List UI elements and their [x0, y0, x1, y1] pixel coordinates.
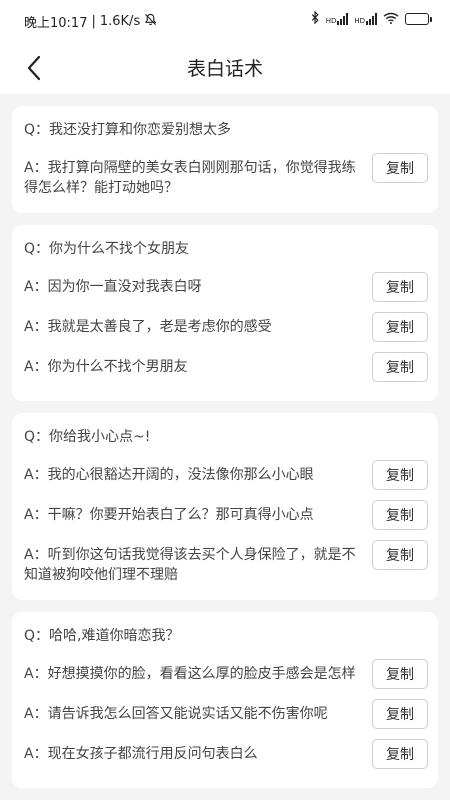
signal-2: HD — [354, 13, 377, 25]
signal-1: HD — [326, 13, 349, 25]
answer-row: A：因为你一直没对我表白呀 复制 — [24, 269, 428, 309]
answer-row: A：干嘛？你要开始表白了么？那可真得小心点 复制 — [24, 497, 428, 537]
hd-label-2: HD — [354, 17, 365, 25]
copy-button[interactable]: 复制 — [372, 153, 428, 183]
answer-row: A：我就是太善良了，老是考虑你的感受 复制 — [24, 309, 428, 349]
copy-button[interactable]: 复制 — [372, 272, 428, 302]
status-separator: | — [91, 14, 96, 29]
mute-bell-icon — [144, 13, 157, 30]
answer-row: A：我的心很豁达开阔的，没法像你那么小心眼 复制 — [24, 457, 428, 497]
question-text: Q：哈哈,难道你暗恋我？ — [24, 628, 180, 644]
answer-text: A：我打算向隔壁的美女表白刚刚那句话，你觉得我练得怎么样？能打动她吗？ — [24, 160, 356, 196]
answer-row: A：听到你这句话我觉得该去买个人身保险了，就是不知道被狗咬他们理不理赔 复制 — [24, 537, 428, 588]
qa-card: Q：你为什么不找个女朋友 A：因为你一直没对我表白呀 复制 A：我就是太善良了，… — [12, 225, 438, 401]
nav-bar: 表白话术 — [0, 42, 450, 94]
copy-button[interactable]: 复制 — [372, 312, 428, 342]
status-bar: 晚上10:17 | 1.6K/s HD HD — [0, 0, 450, 42]
qa-card: Q：我还没打算和你恋爱别想太多 A：我打算向隔壁的美女表白刚刚那句话，你觉得我练… — [12, 106, 438, 213]
question-text: Q：我还没打算和你恋爱别想太多 — [24, 122, 232, 138]
answer-text: A：我就是太善良了，老是考虑你的感受 — [24, 319, 272, 335]
status-right: HD HD — [311, 10, 432, 27]
answer-row: A：请告诉我怎么回答又能说实话又能不伤害你呢 复制 — [24, 696, 428, 736]
copy-button[interactable]: 复制 — [372, 500, 428, 530]
answer-row: A：我打算向隔壁的美女表白刚刚那句话，你觉得我练得怎么样？能打动她吗？ 复制 — [24, 150, 428, 201]
answer-row: A：现在女孩子都流行用反问句表白么 复制 — [24, 736, 428, 776]
wifi-icon — [383, 12, 399, 27]
signal-bars-icon — [366, 13, 377, 25]
answer-row: A：你为什么不找个男朋友 复制 — [24, 349, 428, 389]
copy-button[interactable]: 复制 — [372, 699, 428, 729]
battery-icon — [405, 13, 432, 25]
qa-card: Q：你给我小心点~! A：我的心很豁达开阔的，没法像你那么小心眼 复制 A：干嘛… — [12, 413, 438, 600]
answer-text: A：好想摸摸你的脸，看看这么厚的脸皮手感会是怎样 — [24, 666, 356, 682]
copy-button[interactable]: 复制 — [372, 739, 428, 769]
network-speed: 1.6K/s — [99, 14, 141, 29]
status-left: 晚上10:17 | 1.6K/s — [24, 12, 157, 31]
answer-text: A：干嘛？你要开始表白了么？那可真得小心点 — [24, 507, 314, 523]
copy-button[interactable]: 复制 — [372, 659, 428, 689]
hd-label-1: HD — [325, 17, 337, 25]
answer-text: A：请告诉我怎么回答又能说实话又能不伤害你呢 — [24, 706, 328, 722]
answer-text: A：听到你这句话我觉得该去买个人身保险了，就是不知道被狗咬他们理不理赔 — [24, 547, 356, 583]
page-title: 表白话术 — [186, 58, 263, 80]
copy-button[interactable]: 复制 — [372, 460, 428, 490]
answer-text: A：现在女孩子都流行用反问句表白么 — [24, 746, 258, 762]
bluetooth-icon — [311, 10, 320, 27]
content-list[interactable]: Q：我还没打算和你恋爱别想太多 A：我打算向隔壁的美女表白刚刚那句话，你觉得我练… — [0, 94, 450, 800]
qa-card: Q：哈哈,难道你暗恋我？ A：好想摸摸你的脸，看看这么厚的脸皮手感会是怎样 复制… — [12, 612, 438, 788]
answer-row: A：好想摸摸你的脸，看看这么厚的脸皮手感会是怎样 复制 — [24, 656, 428, 696]
answer-text: A：因为你一直没对我表白呀 — [24, 279, 202, 295]
question-text: Q：你为什么不找个女朋友 — [24, 241, 190, 257]
signal-bars-icon — [337, 13, 349, 25]
copy-button[interactable]: 复制 — [372, 352, 428, 382]
answer-text: A：我的心很豁达开阔的，没法像你那么小心眼 — [24, 467, 314, 483]
status-time: 晚上10:17 — [24, 16, 88, 31]
answer-text: A：你为什么不找个男朋友 — [24, 359, 188, 375]
copy-button[interactable]: 复制 — [372, 540, 428, 570]
question-text: Q：你给我小心点~! — [24, 429, 151, 445]
